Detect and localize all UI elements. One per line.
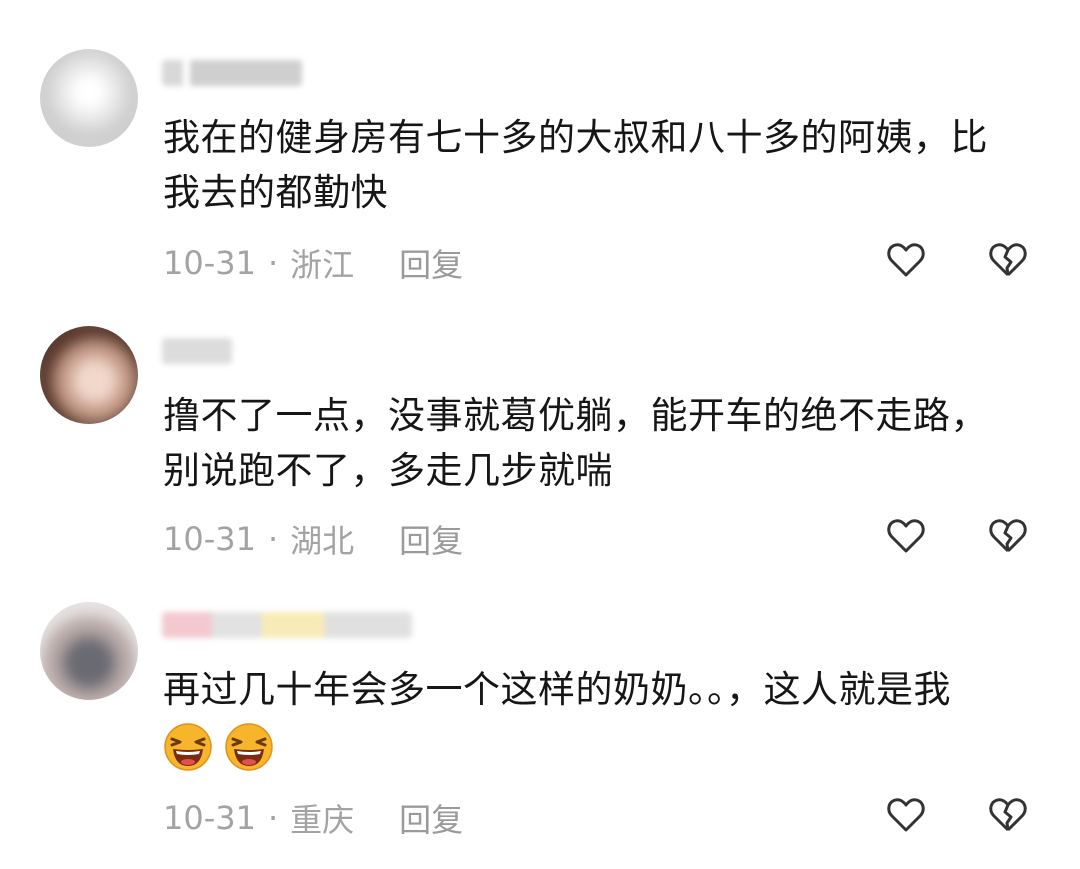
username-blurred[interactable] xyxy=(162,612,412,638)
comment-meta: 10-31 · 浙江 回复 xyxy=(163,240,463,286)
laughing-emoji-icon xyxy=(225,723,273,771)
avatar[interactable] xyxy=(40,49,138,147)
heart-outline-icon[interactable] xyxy=(886,795,926,835)
separator: · xyxy=(267,244,279,282)
broken-heart-icon[interactable] xyxy=(988,795,1028,835)
comment-meta: 10-31 · 湖北 回复 xyxy=(163,516,463,562)
emoji-row xyxy=(163,722,280,772)
reply-button[interactable]: 回复 xyxy=(399,516,463,562)
comment-date: 10-31 xyxy=(163,520,256,558)
comment-text: 撸不了一点，没事就葛优躺，能开车的绝不走路， 别说跑不了，多走几步就喘 xyxy=(163,394,988,492)
heart-outline-icon[interactable] xyxy=(886,240,926,280)
separator: · xyxy=(267,799,279,837)
username-blurred[interactable] xyxy=(162,338,232,364)
broken-heart-icon[interactable] xyxy=(988,516,1028,556)
username-blurred[interactable] xyxy=(162,60,302,86)
broken-heart-icon[interactable] xyxy=(988,240,1028,280)
comment-location: 重庆 xyxy=(290,801,355,839)
avatar[interactable] xyxy=(40,602,138,700)
comment-text: 我在的健身房有七十多的大叔和八十多的阿姨，比 我去的都勤快 xyxy=(163,116,988,214)
reply-button[interactable]: 回复 xyxy=(399,240,463,286)
comment-date: 10-31 xyxy=(163,244,256,282)
comment-location: 浙江 xyxy=(290,246,355,284)
avatar[interactable] xyxy=(40,326,138,424)
reply-button[interactable]: 回复 xyxy=(399,795,463,841)
comment-date: 10-31 xyxy=(163,799,256,837)
separator: · xyxy=(267,520,279,558)
comment-text: 再过几十年会多一个这样的奶奶。。，这人就是我 xyxy=(163,668,951,711)
laughing-emoji-icon xyxy=(164,723,212,771)
comment-location: 湖北 xyxy=(290,522,355,560)
heart-outline-icon[interactable] xyxy=(886,516,926,556)
comment-meta: 10-31 · 重庆 回复 xyxy=(163,795,463,841)
